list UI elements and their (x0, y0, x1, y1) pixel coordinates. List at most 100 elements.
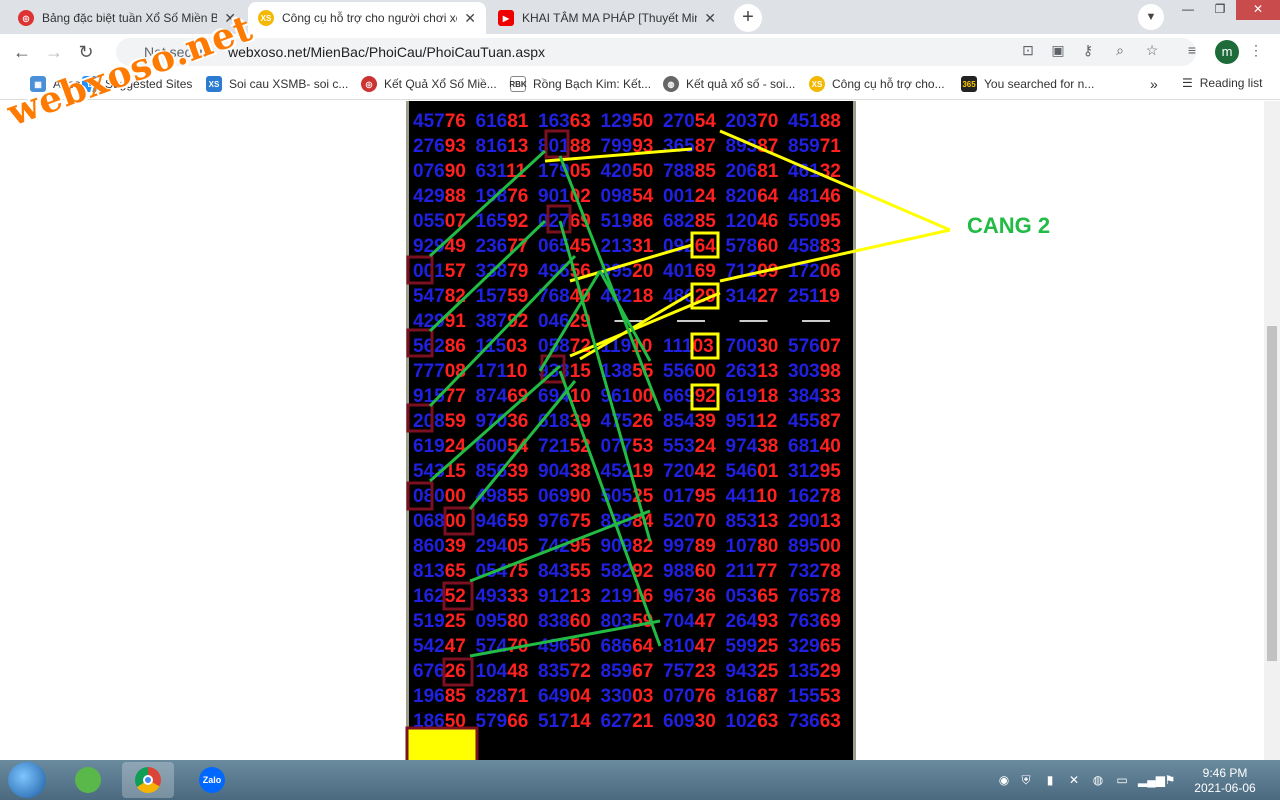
minimize-button[interactable]: — (1172, 0, 1204, 20)
grid-cell: 01795 (663, 486, 716, 507)
clock[interactable]: 9:46 PM 2021-06-06 (1190, 766, 1260, 796)
grid-cell: 68664 (601, 636, 654, 657)
zoom-icon[interactable]: ⌕ (1108, 38, 1132, 62)
grid-cell: 69410 (538, 386, 591, 407)
back-button[interactable]: ← (8, 38, 36, 66)
app-icon[interactable] (62, 762, 114, 798)
grid-cell: 42050 (601, 161, 654, 182)
grid-cell: 54315 (413, 461, 466, 482)
grid-cell: 09854 (601, 186, 654, 207)
tab-search-icon[interactable]: ▼ (1138, 4, 1164, 30)
grid-cell: 58292 (601, 561, 654, 582)
grid-cell: 05872 (538, 336, 591, 357)
grid-cell: 19685 (413, 686, 466, 707)
calendar-icon[interactable]: ▣ (1046, 38, 1070, 62)
grid-cell: 51925 (413, 611, 466, 632)
reading-list-label: Reading list (1199, 76, 1263, 90)
grid-cell: 76369 (788, 611, 841, 632)
grid-cell: 54601 (726, 461, 779, 482)
bookmark-search[interactable]: 365 You searched for n... (961, 76, 1094, 92)
tab-cong-cu[interactable]: XS Công cụ hỗ trợ cho người chơi xổ số ✕ (248, 2, 486, 34)
bookmark-kqxs[interactable]: ◍ Kết quả xổ số - soi... (663, 76, 795, 92)
scrollbar[interactable] (1264, 101, 1280, 760)
grid-cell: 54782 (413, 286, 466, 307)
grid-cell: 04629 (538, 311, 591, 332)
grid-cell: 61839 (538, 411, 591, 432)
device-icon[interactable]: ▮ (1042, 772, 1058, 788)
avatar[interactable]: m (1215, 40, 1239, 64)
grid-cell: 20370 (726, 111, 779, 132)
bookmark-congcu[interactable]: XS Công cụ hỗ trợ cho... (809, 76, 945, 92)
xs-icon: XS (206, 76, 222, 92)
grid-cell: 20859 (413, 411, 466, 432)
grid-cell: 27693 (413, 136, 466, 157)
bookmark-label: Kết quả xổ số - soi... (686, 77, 796, 91)
grid-cell: 45219 (601, 461, 654, 482)
number-grid: 45776 61681 16363 12950 27054 20370 45188 27693… (413, 111, 841, 732)
grid-cell: 84355 (538, 561, 591, 582)
chrome-icon[interactable] (122, 762, 174, 798)
close-icon[interactable]: ✕ (704, 10, 716, 27)
maximize-button[interactable]: ❐ (1204, 0, 1236, 20)
grid-cell: 59925 (726, 636, 779, 657)
grid-cell: 21916 (601, 586, 654, 607)
grid-cell: 32965 (788, 636, 841, 657)
star-icon[interactable]: ☆ (1140, 38, 1164, 62)
url-text[interactable]: webxoso.net/MienBac/PhoiCau/PhoiCauTuan.… (228, 44, 545, 60)
forward-button[interactable]: → (40, 38, 68, 66)
new-tab-button[interactable]: + (734, 4, 762, 32)
grid-cell: 83860 (538, 611, 591, 632)
close-window-button[interactable]: ✕ (1236, 0, 1280, 20)
grid-cell: 61918 (726, 386, 779, 407)
close-icon[interactable]: ✕ (464, 10, 476, 27)
scrollbar-thumb[interactable] (1267, 326, 1277, 661)
grid-cell: 79993 (601, 136, 654, 157)
grid-cell: 05365 (726, 586, 779, 607)
start-button[interactable] (8, 762, 46, 798)
grid-cell: 97675 (538, 511, 591, 532)
reading-list-button[interactable]: ☰ Reading list (1182, 76, 1262, 90)
grid-cell: 81687 (726, 686, 779, 707)
phoi-cau-grid: 45776 61681 16363 12950 27054 20370 45188 27693… (406, 101, 856, 760)
volume-mute-icon[interactable]: ✕ (1066, 772, 1082, 788)
tab-title: Công cụ hỗ trợ cho người chơi xổ số (282, 11, 457, 25)
zalo-icon[interactable]: Zalo (186, 762, 238, 798)
media-control-icon[interactable]: ≡ (1180, 38, 1204, 62)
grid-cell: 64904 (538, 686, 591, 707)
flag-icon[interactable]: ⚑ (1162, 772, 1178, 788)
signal-icon[interactable]: ▂▄▆ (1138, 772, 1165, 788)
tab-khai-tam[interactable]: ▶ KHAI TÂM MA PHÁP [Thuyết Minh] ✕ (488, 2, 726, 34)
blocked-popup-icon[interactable]: ⊡ (1016, 38, 1040, 62)
grid-cell: 76578 (788, 586, 841, 607)
grid-cell: 70030 (726, 336, 779, 357)
grid-cell: 11103 (663, 336, 714, 357)
bookmark-soicau[interactable]: XS Soi cau XSMB- soi c... (206, 76, 348, 92)
key-icon[interactable]: ⚷ (1076, 38, 1100, 62)
more-bookmarks-button[interactable]: » (1150, 76, 1158, 92)
grid-cell: 83572 (538, 661, 591, 682)
grid-cell: 89387 (726, 136, 779, 157)
grid-cell: 31295 (788, 461, 841, 482)
reading-list-icon: ☰ (1182, 76, 1193, 90)
grid-cell: 87469 (476, 386, 529, 407)
grid-cell: 96736 (663, 586, 716, 607)
bookmark-label: Kết Quả Xổ Số Miề... (384, 77, 497, 91)
grid-cell: 85439 (663, 411, 716, 432)
grid-cell: 26313 (726, 361, 779, 382)
grid-cell: 05475 (476, 561, 529, 582)
bookmark-rbk[interactable]: RBK Rồng Bạch Kim: Kết... (509, 76, 651, 92)
grid-cell: 74295 (538, 536, 591, 557)
shield-icon[interactable]: ⛨ (1018, 772, 1034, 788)
network-globe-icon[interactable]: ◍ (1090, 772, 1106, 788)
bookmark-label: Soi cau XSMB- soi c... (229, 77, 349, 91)
grid-cell: 10263 (726, 711, 779, 732)
grid-cell: 56286 (413, 336, 466, 357)
grid-cell: 91577 (413, 386, 466, 407)
monitor-icon[interactable]: ▭ (1114, 772, 1130, 788)
globe-icon: ◍ (663, 76, 679, 92)
grid-cell: 63111 (476, 161, 527, 182)
grid-cell: 95112 (726, 411, 778, 432)
bookmark-ketqua[interactable]: ◎ Kết Quả Xổ Số Miề... (361, 76, 497, 92)
menu-icon[interactable]: ⋮ (1244, 38, 1268, 62)
zalo-tray-icon[interactable]: ◉ (996, 772, 1012, 788)
